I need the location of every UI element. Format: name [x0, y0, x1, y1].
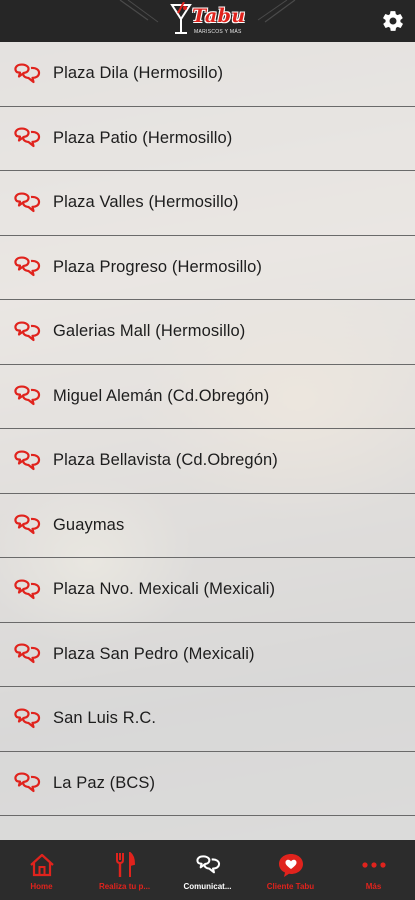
- chat-bubbles-icon: [195, 855, 220, 874]
- tab-comunicate[interactable]: Comunicat...: [166, 840, 249, 900]
- branch-list-area[interactable]: Plaza Dila (Hermosillo) Plaza Patio (Her…: [0, 42, 415, 840]
- branch-name: Plaza Nvo. Mexicali (Mexicali): [53, 580, 276, 599]
- chat-bubbles-icon: [14, 772, 41, 793]
- chat-bubbles-icon: [14, 256, 41, 277]
- branch-name: Plaza Progreso (Hermosillo): [53, 257, 263, 276]
- chat-bubbles-icon: [14, 321, 41, 341]
- logo-text: Tabu: [192, 5, 246, 27]
- tab-mas[interactable]: Más: [332, 840, 415, 900]
- chat-bubbles-icon: [14, 514, 41, 535]
- chat-bubbles-icon: [14, 63, 41, 83]
- chat-bubbles-icon: [14, 643, 41, 664]
- gear-icon: [383, 11, 403, 31]
- tab-home[interactable]: Home: [0, 840, 83, 900]
- branch-name: San Luis R.C.: [53, 709, 157, 728]
- logo-subtext: MARISCOS Y MÁS: [194, 29, 242, 35]
- chat-bubbles-icon: [14, 127, 41, 148]
- chat-bubbles-icon: [14, 450, 41, 470]
- chat-bubbles-icon: [14, 579, 41, 599]
- branch-list-item[interactable]: Miguel Alemán (Cd.Obregón): [0, 365, 415, 429]
- tab-label: Realiza tu p...: [98, 882, 151, 891]
- branch-list-item[interactable]: Plaza San Pedro (Mexicali): [0, 623, 415, 687]
- branch-name: Plaza Dila (Hermosillo): [53, 64, 224, 83]
- chat-bubbles-icon: [14, 385, 41, 406]
- home-icon: [29, 853, 54, 877]
- tab-label: Home: [30, 882, 53, 891]
- branch-name: Guaymas: [53, 515, 125, 534]
- branch-list-item[interactable]: Guaymas: [0, 494, 415, 558]
- branch-list-item[interactable]: La Paz (BCS): [0, 752, 415, 816]
- branch-name: Galerias Mall (Hermosillo): [53, 322, 246, 341]
- tab-label: Comunicat...: [183, 882, 232, 891]
- bottom-tab-bar: Home Realiza tu p... Comunicat... Client…: [0, 840, 415, 900]
- tab-label: Cliente Tabu: [266, 882, 315, 891]
- branch-list-item[interactable]: Plaza Progreso (Hermosillo): [0, 236, 415, 300]
- branch-list: Plaza Dila (Hermosillo) Plaza Patio (Her…: [0, 42, 415, 816]
- branch-name: Plaza Patio (Hermosillo): [53, 128, 233, 147]
- branch-name: Plaza Bellavista (Cd.Obregón): [53, 451, 278, 470]
- tab-label: Más: [365, 882, 382, 891]
- app-header: Tabu MARISCOS Y MÁS: [0, 0, 415, 42]
- branch-list-item[interactable]: San Luis R.C.: [0, 687, 415, 752]
- heart-icon: [278, 854, 303, 877]
- branch-list-item[interactable]: Plaza Nvo. Mexicali (Mexicali): [0, 558, 415, 623]
- cocktail-glass-icon: [170, 2, 192, 34]
- branch-list-item[interactable]: Plaza Patio (Hermosillo): [0, 107, 415, 171]
- more-icon: [361, 862, 386, 868]
- branch-name: Miguel Alemán (Cd.Obregón): [53, 386, 270, 405]
- tab-realiza-pedido[interactable]: Realiza tu p...: [83, 840, 166, 900]
- branch-list-item[interactable]: Plaza Dila (Hermosillo): [0, 42, 415, 107]
- branch-list-item[interactable]: Galerias Mall (Hermosillo): [0, 300, 415, 365]
- branch-name: Plaza San Pedro (Mexicali): [53, 644, 255, 663]
- branch-list-item[interactable]: Plaza Bellavista (Cd.Obregón): [0, 429, 415, 494]
- chat-bubbles-icon: [14, 192, 41, 212]
- chat-bubbles-icon: [14, 708, 41, 728]
- tabu-logo: Tabu MARISCOS Y MÁS: [170, 2, 246, 40]
- branch-name: Plaza Valles (Hermosillo): [53, 193, 239, 212]
- branch-name: La Paz (BCS): [53, 773, 156, 792]
- fork-knife-icon: [115, 852, 135, 877]
- tab-cliente-tabu[interactable]: Cliente Tabu: [249, 840, 332, 900]
- settings-button[interactable]: [381, 9, 405, 33]
- branch-list-item[interactable]: Plaza Valles (Hermosillo): [0, 171, 415, 236]
